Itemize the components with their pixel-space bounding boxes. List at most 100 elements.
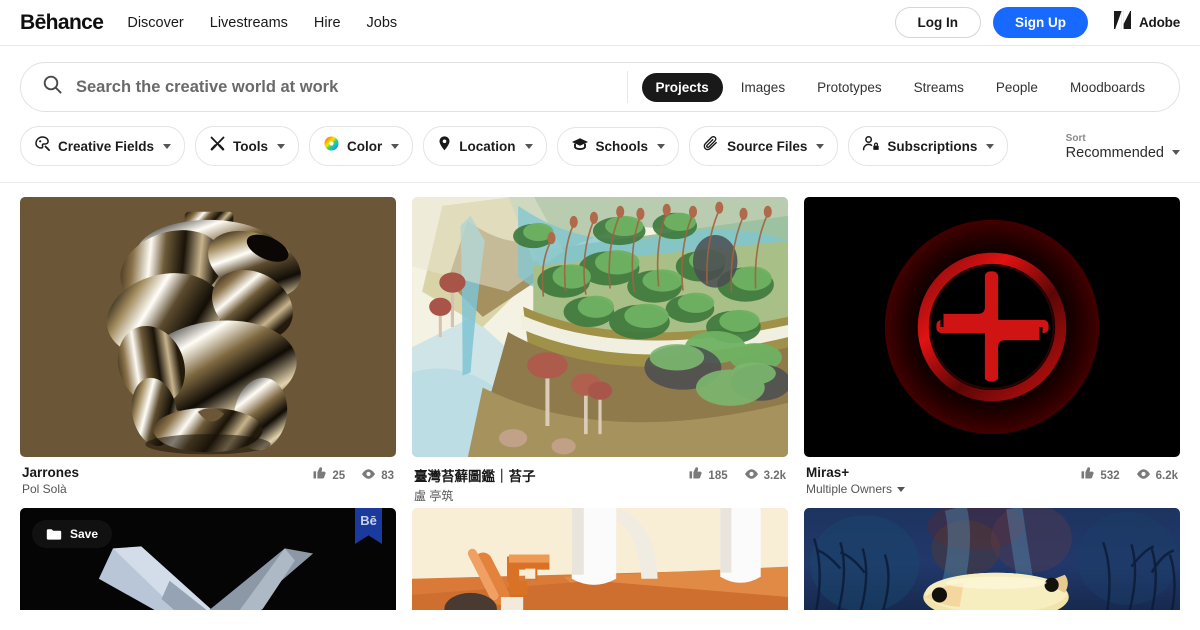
orange-key-pillars-illustration-image (412, 508, 788, 610)
location-pin-icon (437, 135, 452, 157)
search-tab-images[interactable]: Images (727, 73, 799, 102)
views-count: 3.2k (763, 469, 786, 482)
palette-brush-icon (34, 135, 51, 157)
log-in-button[interactable]: Log In (894, 6, 981, 39)
views-stat: 6.2k (1136, 467, 1178, 485)
views-stat: 3.2k (744, 467, 786, 485)
project-meta: Miras+ Multiple Owners 532 6.2k (804, 457, 1180, 496)
project-stats: 25 83 (313, 465, 394, 485)
eye-icon (1136, 467, 1151, 485)
likes-count: 532 (1100, 469, 1120, 482)
chevron-down-icon (816, 143, 825, 149)
adobe-brand[interactable]: Adobe (1114, 11, 1180, 34)
chevron-down-icon (163, 143, 172, 149)
tools-icon (209, 135, 226, 157)
filter-location[interactable]: Location (423, 126, 547, 166)
search-tab-people[interactable]: People (982, 73, 1052, 102)
eye-icon (361, 467, 376, 485)
graduation-cap-icon (571, 136, 589, 157)
search-tab-streams[interactable]: Streams (900, 73, 978, 102)
likes-stat: 25 (313, 466, 345, 485)
nav-link-discover[interactable]: Discover (127, 15, 183, 31)
search-input-area[interactable] (21, 63, 627, 111)
project-owner-name: 盧 亭筑 (414, 489, 454, 503)
filter-schools[interactable]: Schools (556, 126, 680, 166)
underwater-fish-painting-image (804, 508, 1180, 610)
person-lock-icon (862, 135, 880, 157)
adobe-logo-icon (1114, 11, 1134, 34)
chevron-down-icon (524, 143, 533, 149)
search-icon (43, 75, 62, 99)
filter-subscriptions-label: Subscriptions (887, 138, 978, 154)
search-tab-projects[interactable]: Projects (641, 72, 723, 102)
project-thumbnail-miras[interactable] (804, 197, 1180, 457)
project-thumbnail-3d-v-shape[interactable]: Save Bē (20, 508, 396, 610)
project-info: Jarrones Pol Solà (22, 465, 313, 496)
filter-location-label: Location (459, 138, 516, 154)
top-navigation-bar: Bēhance Discover Livestreams Hire Jobs L… (0, 0, 1200, 46)
project-thumbnail-moss[interactable] (412, 197, 788, 457)
save-button[interactable]: Save (32, 520, 113, 548)
sort-value-text: Recommended (1065, 144, 1164, 161)
filter-source-files[interactable]: Source Files (689, 126, 839, 166)
project-owner[interactable]: 盧 亭筑 (414, 487, 689, 504)
thumbs-up-icon (689, 466, 703, 485)
project-info: Miras+ Multiple Owners (806, 465, 1081, 496)
views-count: 6.2k (1155, 469, 1178, 482)
filter-creative-fields-label: Creative Fields (58, 138, 155, 154)
views-count: 83 (381, 469, 394, 482)
project-owner[interactable]: Pol Solà (22, 482, 313, 496)
likes-stat: 532 (1081, 466, 1120, 485)
red-circle-cross-logo-image (804, 197, 1180, 457)
project-grid-row-1: Jarrones Pol Solà 25 83 臺灣苔蘚圖鑑｜苔子 盧 亭筑 1… (0, 183, 1200, 504)
search-tab-moodboards[interactable]: Moodboards (1056, 73, 1159, 102)
project-owner-name: Multiple Owners (806, 482, 893, 496)
behance-logo[interactable]: Bēhance (20, 11, 104, 35)
project-card: Jarrones Pol Solà 25 83 (20, 197, 396, 504)
project-owner[interactable]: Multiple Owners (806, 482, 1081, 496)
sort-control[interactable]: Sort Recommended (1066, 132, 1180, 161)
thumbs-up-icon (1081, 466, 1095, 485)
nav-link-livestreams[interactable]: Livestreams (210, 15, 288, 31)
likes-stat: 185 (689, 466, 728, 485)
search-tab-prototypes[interactable]: Prototypes (803, 73, 896, 102)
project-meta: Jarrones Pol Solà 25 83 (20, 457, 396, 496)
filter-tools-label: Tools (233, 138, 269, 154)
likes-count: 25 (332, 469, 346, 482)
nav-link-hire[interactable]: Hire (314, 15, 341, 31)
color-wheel-icon (323, 135, 340, 157)
project-title[interactable]: Jarrones (22, 465, 313, 480)
sort-label: Sort (1065, 132, 1086, 144)
sign-up-button[interactable]: Sign Up (993, 6, 1088, 39)
project-info: 臺灣苔蘚圖鑑｜苔子 盧 亭筑 (414, 465, 689, 504)
sort-value-row[interactable]: Recommended (1066, 145, 1180, 161)
filter-tools[interactable]: Tools (195, 126, 300, 166)
thumbs-up-icon (313, 466, 327, 485)
save-button-label: Save (70, 527, 99, 541)
chevron-down-icon (897, 486, 906, 492)
filter-subscriptions[interactable]: Subscriptions (848, 126, 1009, 166)
chevron-down-icon (657, 143, 666, 149)
likes-count: 185 (708, 469, 728, 482)
project-title[interactable]: Miras+ (806, 465, 1081, 480)
filter-color[interactable]: Color (309, 126, 414, 166)
chevron-down-icon (1172, 150, 1180, 155)
views-stat: 83 (361, 467, 394, 485)
project-owner-name: Pol Solà (22, 482, 67, 496)
chevron-down-icon (277, 143, 286, 149)
project-thumbnail-orange-key[interactable] (412, 508, 788, 610)
project-title[interactable]: 臺灣苔蘚圖鑑｜苔子 (414, 465, 689, 485)
filter-creative-fields[interactable]: Creative Fields (20, 126, 186, 166)
eye-icon (744, 467, 759, 485)
project-thumbnail-jarrones[interactable] (20, 197, 396, 457)
filter-source-files-label: Source Files (727, 138, 808, 154)
project-meta: 臺灣苔蘚圖鑑｜苔子 盧 亭筑 185 3.2k (412, 457, 788, 504)
nav-actions: Log In Sign Up Adobe (894, 6, 1180, 39)
project-thumbnail-underwater-fish[interactable] (804, 508, 1180, 610)
chrome-vase-sculpture-image (20, 197, 396, 457)
search-type-tabs: Projects Images Prototypes Streams Peopl… (628, 72, 1179, 102)
search-input[interactable] (76, 63, 627, 111)
nav-link-jobs[interactable]: Jobs (367, 15, 398, 31)
search-bar[interactable]: Projects Images Prototypes Streams Peopl… (20, 62, 1180, 112)
chevron-down-icon (391, 143, 400, 149)
